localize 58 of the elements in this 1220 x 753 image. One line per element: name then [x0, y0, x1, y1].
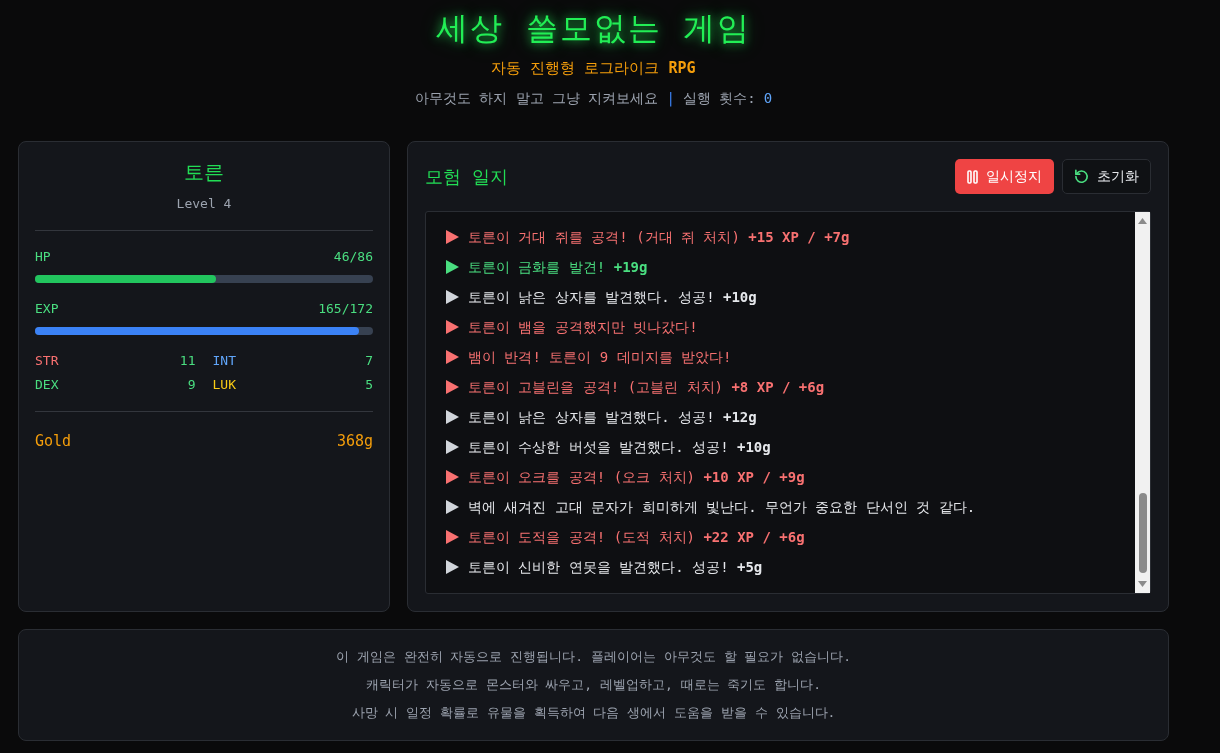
stat-reading: 46/86	[333, 248, 373, 266]
stat-name: DEX	[35, 376, 59, 394]
stat-label: EXP	[35, 300, 59, 318]
triangle-icon	[446, 230, 459, 244]
stat-value: 11	[179, 352, 196, 370]
triangle-icon	[446, 350, 459, 364]
log-entry: 토른이 낡은 상자를 발견했다. 성공! +10g	[468, 287, 757, 307]
triangle-icon	[446, 500, 459, 514]
level-label: Level 4	[176, 196, 232, 211]
stat-label: HP	[35, 248, 51, 266]
log-entry: 벽에 새겨진 고대 문자가 희미하게 빛난다. 무언가 중요한 단서인 것 같다.	[468, 497, 976, 517]
log-entry: 토른이 낡은 상자를 발견했다. 성공! +12g	[468, 407, 757, 427]
currency-amount: 368g	[336, 431, 373, 452]
pause-icon	[967, 169, 978, 184]
log-entry: 토른이 고블린을 공격! (고블린 처치) +8 XP / +6g	[468, 377, 825, 397]
stat-name: INT	[212, 352, 236, 370]
log-entry: 토른이 뱀을 공격했지만 빗나갔다!	[468, 317, 698, 337]
reset-button[interactable]: 초기화	[1062, 159, 1151, 194]
separator: |	[666, 89, 675, 109]
scroll-down-icon[interactable]	[1138, 581, 1147, 587]
log-entry: 토른이 거대 쥐를 공격! (거대 쥐 처치) +15 XP / +7g	[468, 227, 850, 247]
stat-reading: 165/172	[318, 300, 373, 318]
page-title: 세상 쓸모없는 게임	[436, 8, 751, 48]
run-count-value: 0	[763, 89, 773, 108]
log-entry: 토른이 금화를 발견! +19g	[468, 257, 648, 277]
stat-name: STR	[35, 352, 59, 370]
stat-name: LUK	[212, 376, 236, 394]
log-entry: 토른이 오크를 공격! (오크 처치) +10 XP / +9g	[468, 467, 805, 487]
stat-value: 7	[365, 352, 373, 370]
log-entry: 뱀이 반격! 토른이 9 데미지를 받았다!	[468, 347, 732, 367]
subtitle: 자동 진행형 로그라이크 RPG	[491, 59, 696, 77]
triangle-icon	[446, 290, 459, 304]
triangle-icon	[446, 320, 459, 334]
log-title: 모험 일지	[425, 165, 508, 189]
info-text: 캐릭터가 자동으로 몬스터와 싸우고, 레벨업하고, 때로는 죽기도 합니다.	[365, 677, 822, 692]
info-text: 사망 시 일정 확률로 유물을 획득하여 다음 생에서 도움을 받을 수 있습니다.	[351, 705, 836, 720]
character-name: 토른	[183, 159, 225, 186]
tagline: 아무것도 하지 말고 그냥 지켜보세요	[414, 89, 659, 108]
triangle-icon	[446, 530, 459, 544]
triangle-icon	[446, 560, 459, 574]
stat-value: 5	[365, 376, 373, 394]
triangle-icon	[446, 260, 459, 274]
stat-value: 9	[187, 376, 196, 394]
scroll-up-icon[interactable]	[1138, 218, 1147, 224]
run-count-label: 실행 횟수:	[682, 89, 756, 108]
info-text: 이 게임은 완전히 자동으로 진행됩니다. 플레이어는 아무것도 할 필요가 없습니다.	[335, 649, 852, 664]
triangle-icon	[446, 380, 459, 394]
scrollbar[interactable]	[1135, 212, 1150, 593]
currency-label: Gold	[35, 431, 72, 452]
triangle-icon	[446, 470, 459, 484]
log-entry: 토른이 수상한 버섯을 발견했다. 성공! +10g	[468, 437, 771, 457]
log-entry: 토른이 도적을 공격! (도적 처치) +22 XP / +6g	[468, 527, 805, 547]
triangle-icon	[446, 440, 459, 454]
refresh-icon	[1074, 169, 1089, 184]
scrollbar-thumb[interactable]	[1138, 493, 1147, 573]
pause-button[interactable]: 일시정지	[955, 159, 1054, 194]
log-entry: 토른이 신비한 연못을 발견했다. 성공! +5g	[468, 557, 763, 577]
triangle-icon	[446, 410, 459, 424]
